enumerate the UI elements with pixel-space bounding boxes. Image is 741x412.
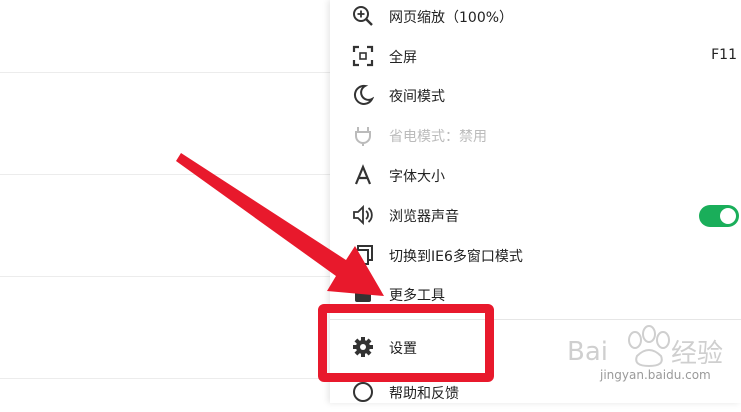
baidu-watermark-logo: Bai 经验: [567, 325, 723, 369]
svg-text:经验: 经验: [671, 339, 723, 369]
svg-text:Bai: Bai: [567, 337, 608, 367]
watermark-url: jingyan.baidu.com: [600, 368, 711, 382]
highlight-box: [318, 304, 494, 382]
